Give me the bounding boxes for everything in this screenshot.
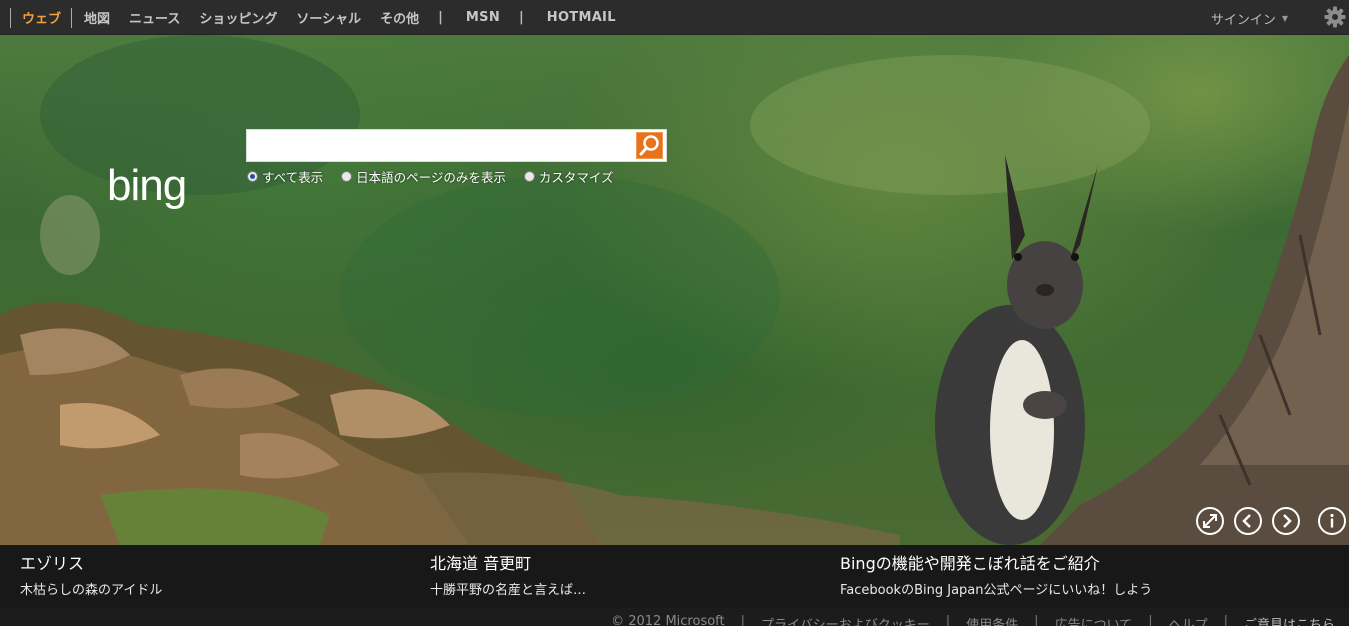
caption-item[interactable]: 北海道 音更町 十勝平野の名産と言えば… bbox=[430, 554, 586, 598]
top-navigation-bar: ウェブ 地図 ニュース ショッピング ソーシャル その他 | MSN | HOT… bbox=[0, 0, 1349, 35]
footer-separator: | bbox=[1034, 614, 1039, 626]
option-japanese-label: 日本語のページのみを表示 bbox=[356, 170, 506, 185]
chevron-down-icon: ▼ bbox=[1281, 14, 1288, 23]
settings-gear-icon[interactable] bbox=[1324, 6, 1346, 28]
nav-more[interactable]: その他 bbox=[380, 8, 419, 27]
squirrel-scene-image bbox=[0, 35, 1349, 545]
caption-subtitle: FacebookのBing Japan公式ページにいいね！しよう bbox=[840, 583, 1153, 598]
option-customize[interactable]: カスタマイズ bbox=[523, 167, 614, 186]
footer-separator: | bbox=[740, 614, 746, 626]
squirrel bbox=[935, 155, 1098, 545]
option-japanese-only[interactable]: 日本語のページのみを表示 bbox=[341, 167, 506, 186]
nav-web[interactable]: ウェブ bbox=[22, 8, 61, 27]
search-input[interactable] bbox=[253, 134, 629, 158]
footer-help-link[interactable]: ヘルプ bbox=[1169, 614, 1208, 626]
fullscreen-icon bbox=[1203, 514, 1217, 528]
radio[interactable] bbox=[341, 171, 353, 182]
nav-news[interactable]: ニュース bbox=[129, 8, 180, 27]
search-button[interactable] bbox=[636, 132, 663, 159]
footer-advertise-link[interactable]: 広告について bbox=[1055, 614, 1133, 626]
nav-separator: | bbox=[519, 10, 524, 25]
footer-links: © 2012 Microsoft | プライバシーおよびクッキー | 使用条件 … bbox=[595, 614, 1335, 626]
radio-selected[interactable] bbox=[247, 171, 258, 182]
option-all[interactable]: すべて表示 bbox=[247, 167, 323, 186]
footer-copyright: © 2012 Microsoft bbox=[611, 614, 725, 626]
search-options: すべて表示 日本語のページのみを表示 カスタマイズ bbox=[247, 167, 632, 186]
logo-text: bing bbox=[107, 162, 186, 210]
footer-feedback-link[interactable]: ご意見はこちら bbox=[1244, 614, 1335, 626]
nav-hotmail[interactable]: HOTMAIL bbox=[547, 10, 616, 25]
footer-terms-link[interactable]: 使用条件 bbox=[966, 614, 1018, 626]
footer: © 2012 Microsoft | プライバシーおよびクッキー | 使用条件 … bbox=[0, 608, 1349, 626]
previous-icon bbox=[1242, 514, 1251, 528]
previous-image-button[interactable] bbox=[1234, 507, 1262, 535]
nav-divider bbox=[10, 7, 11, 28]
option-customize-label: カスタマイズ bbox=[538, 170, 614, 185]
nav-links: ウェブ 地図 ニュース ショッピング ソーシャル その他 | MSN | HOT… bbox=[10, 0, 635, 35]
footer-separator: | bbox=[1148, 614, 1153, 626]
background-photo: bing すべて表示 日本語のページのみを表示 カスタマイズ bbox=[0, 35, 1349, 545]
signin-label: サインイン bbox=[1210, 13, 1276, 28]
next-image-button[interactable] bbox=[1272, 507, 1300, 535]
caption-title: 北海道 音更町 bbox=[430, 554, 532, 573]
caption-subtitle: 十勝平野の名産と言えば… bbox=[430, 583, 587, 598]
next-icon bbox=[1283, 514, 1292, 528]
nav-msn[interactable]: MSN bbox=[466, 10, 500, 25]
footer-separator: | bbox=[945, 614, 951, 626]
info-icon bbox=[1330, 513, 1334, 528]
bing-logo[interactable]: bing bbox=[107, 162, 237, 212]
caption-strip: エゾリス 木枯らしの森のアイドル 北海道 音更町 十勝平野の名産と言えば… Bi… bbox=[0, 545, 1349, 608]
search-icon bbox=[639, 135, 659, 156]
caption-item[interactable]: Bingの機能や開発こぼれ話をご紹介 FacebookのBing Japan公式… bbox=[840, 554, 1152, 598]
image-info-button[interactable] bbox=[1318, 507, 1346, 535]
footer-separator: | bbox=[1223, 614, 1228, 626]
caption-title: Bingの機能や開発こぼれ話をご紹介 bbox=[840, 554, 1100, 573]
option-all-label: すべて表示 bbox=[262, 170, 324, 185]
caption-subtitle: 木枯らしの森のアイドル bbox=[20, 583, 163, 598]
nav-social[interactable]: ソーシャル bbox=[296, 8, 361, 27]
search-box bbox=[246, 129, 667, 162]
nav-divider bbox=[71, 7, 73, 28]
caption-title: エゾリス bbox=[20, 554, 85, 573]
fullscreen-button[interactable] bbox=[1196, 507, 1224, 535]
nav-shopping[interactable]: ショッピング bbox=[199, 8, 277, 27]
nav-separator: | bbox=[438, 10, 443, 25]
footer-privacy-link[interactable]: プライバシーおよびクッキー bbox=[761, 614, 930, 626]
caption-item[interactable]: エゾリス 木枯らしの森のアイドル bbox=[20, 554, 162, 598]
nav-maps[interactable]: 地図 bbox=[84, 8, 110, 27]
radio[interactable] bbox=[523, 171, 535, 182]
signin-button[interactable]: サインイン ▼ bbox=[1211, 9, 1288, 28]
